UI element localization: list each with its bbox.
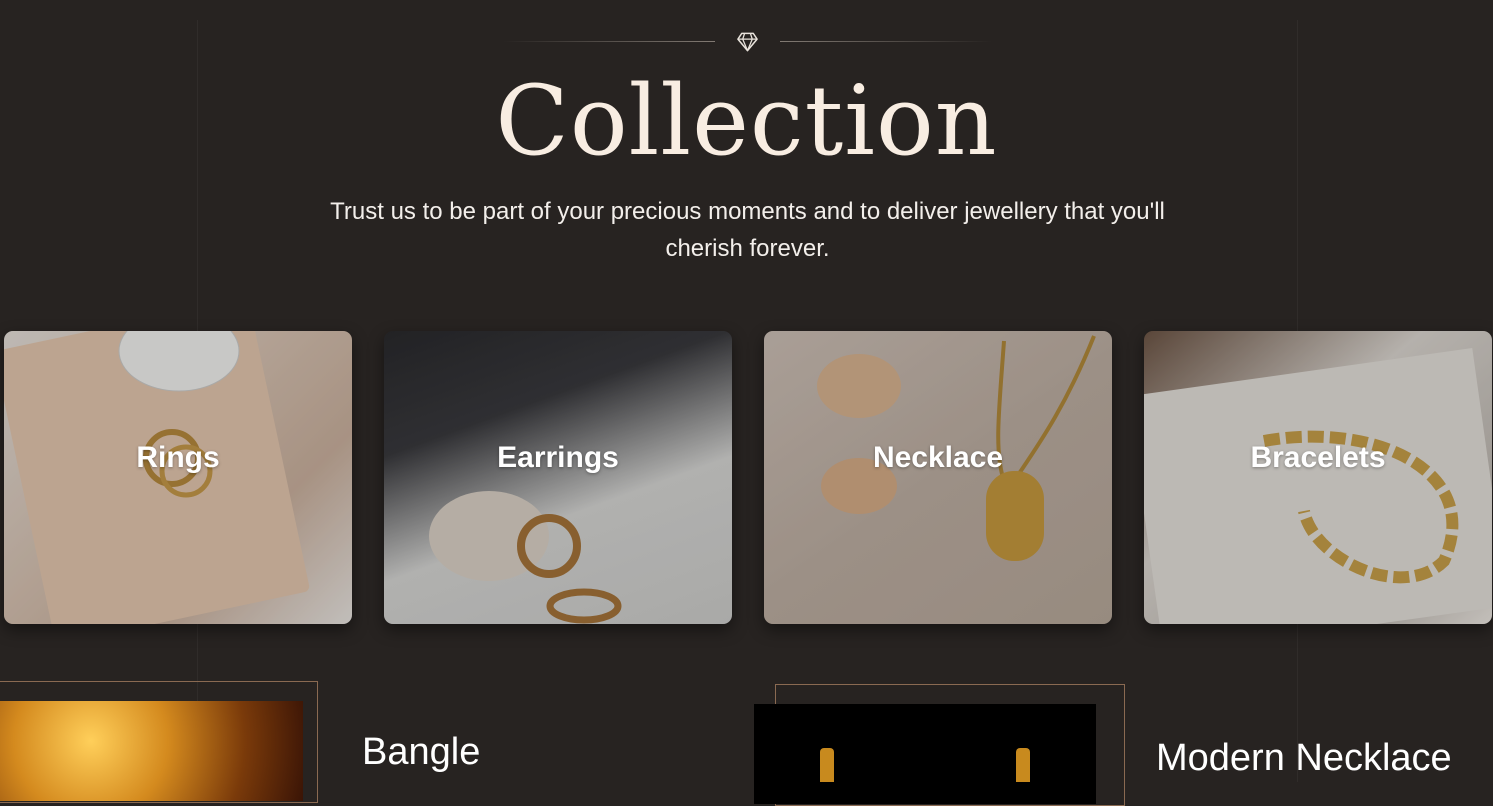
card-overlay [1144, 331, 1492, 624]
category-card-necklace[interactable]: Necklace [764, 331, 1112, 624]
category-label: Rings [136, 441, 220, 474]
product-title-bangle[interactable]: Bangle [362, 731, 480, 774]
diamond-icon [737, 32, 758, 52]
card-overlay [764, 331, 1112, 624]
ornament-line-right [780, 41, 992, 42]
category-label: Necklace [872, 441, 1004, 474]
card-overlay [4, 331, 352, 624]
category-card-rings[interactable]: Rings [4, 331, 352, 624]
earring-pair-image [820, 748, 1030, 788]
modern-necklace-photo[interactable] [754, 704, 1096, 804]
category-card-bracelets[interactable]: Bracelets [1144, 331, 1492, 624]
ornament-line-left [503, 41, 715, 42]
page-title: Collection [495, 65, 998, 177]
bangle-photo[interactable] [0, 701, 303, 801]
category-label: Earrings [497, 441, 619, 474]
title-ornament [0, 31, 1493, 53]
category-label: Bracelets [1250, 441, 1386, 474]
page-subtitle: Trust us to be part of your precious mom… [330, 198, 1165, 262]
category-card-earrings[interactable]: Earrings [384, 331, 732, 624]
card-overlay [384, 331, 732, 624]
product-title-modern-necklace[interactable]: Modern Necklace [1156, 737, 1452, 780]
